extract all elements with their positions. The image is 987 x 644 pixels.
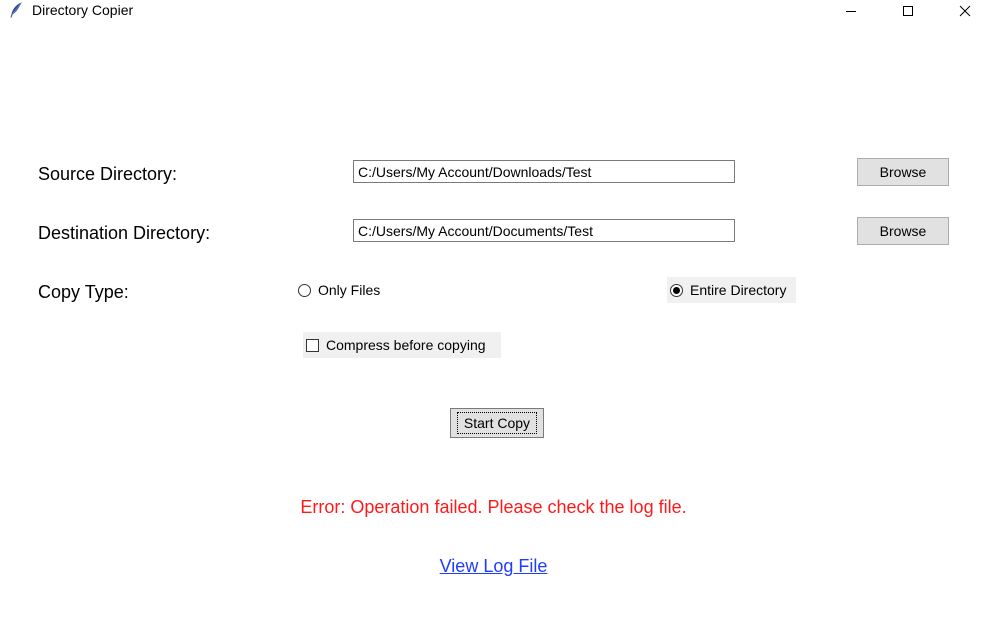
close-icon xyxy=(959,5,971,17)
start-copy-button[interactable]: Start Copy xyxy=(450,408,544,438)
title-bar: Directory Copier xyxy=(0,0,987,22)
error-message: Error: Operation failed. Please check th… xyxy=(300,497,687,517)
window-title: Directory Copier xyxy=(32,2,134,18)
destination-directory-input[interactable] xyxy=(353,219,735,242)
destination-directory-label: Destination Directory: xyxy=(38,223,211,243)
close-button[interactable] xyxy=(942,0,987,22)
radio-entire-directory[interactable]: Entire Directory xyxy=(667,277,796,303)
radio-only-files-label: Only Files xyxy=(318,282,381,298)
source-directory-input[interactable] xyxy=(353,160,735,183)
maximize-icon xyxy=(903,6,913,16)
minimize-button[interactable] xyxy=(828,0,874,22)
maximize-button[interactable] xyxy=(885,0,931,22)
browse-destination-button[interactable]: Browse xyxy=(857,217,949,245)
view-log-link[interactable]: View Log File xyxy=(440,556,548,576)
checkbox-unchecked-icon xyxy=(306,338,319,352)
radio-unchecked-icon xyxy=(298,283,311,297)
view-log-container: View Log File xyxy=(0,555,987,577)
compress-checkbox-label: Compress before copying xyxy=(326,337,486,353)
browse-source-button[interactable]: Browse xyxy=(857,158,949,186)
radio-checked-icon xyxy=(670,283,683,297)
minimize-icon xyxy=(846,11,856,12)
copy-type-label: Copy Type: xyxy=(38,282,129,302)
feather-icon xyxy=(9,2,23,18)
start-copy-label: Start Copy xyxy=(456,412,538,434)
radio-only-files[interactable]: Only Files xyxy=(295,277,385,303)
compress-checkbox[interactable]: Compress before copying xyxy=(303,332,501,358)
source-directory-label: Source Directory: xyxy=(38,164,178,184)
radio-entire-directory-label: Entire Directory xyxy=(690,282,787,298)
